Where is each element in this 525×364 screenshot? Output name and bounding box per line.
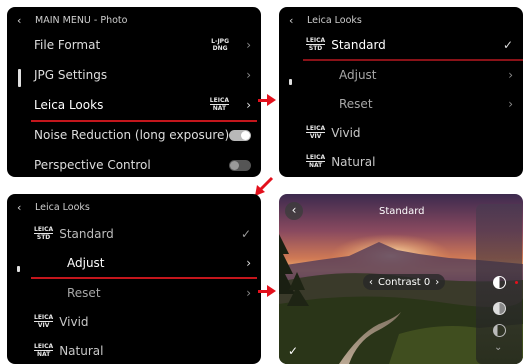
chevron-right-icon: › bbox=[246, 98, 251, 112]
look-reset[interactable]: Reset › bbox=[7, 278, 261, 308]
live-view-panel: ‹ Standard ⌄ ‹ Contrast 0 › ✓ bbox=[279, 194, 523, 364]
menu-item-label: JPG Settings bbox=[34, 68, 108, 82]
check-icon[interactable]: ✓ bbox=[288, 344, 298, 358]
look-reset[interactable]: Reset › bbox=[279, 89, 523, 119]
leica-std-icon: LEICA STD bbox=[306, 37, 326, 53]
back-icon[interactable]: ‹ bbox=[289, 14, 299, 27]
chevron-right-icon: › bbox=[508, 97, 513, 111]
menu-item-file-format[interactable]: File Format L-JPG DNG › bbox=[7, 30, 261, 60]
menu-item-noise-reduction[interactable]: Noise Reduction (long exposure) bbox=[7, 120, 261, 150]
back-icon: ‹ bbox=[291, 203, 297, 217]
leica-looks-panel: ‹ Leica Looks LEICA STD Standard ✓ Adjust … bbox=[279, 7, 523, 177]
back-button[interactable]: ‹ bbox=[285, 202, 303, 220]
look-label: Adjust bbox=[339, 68, 377, 82]
menu-item-leica-looks[interactable]: Leica Looks LEICA NAT › bbox=[7, 90, 261, 120]
look-standard[interactable]: LEICA STD Standard ✓ bbox=[7, 219, 261, 249]
chevron-right-icon: › bbox=[246, 38, 251, 52]
leica-viv-icon: LEICA VIV bbox=[306, 125, 326, 141]
menu-item-perspective-control[interactable]: Perspective Control bbox=[7, 150, 261, 177]
look-vivid[interactable]: LEICA VIV Vivid bbox=[7, 307, 261, 337]
look-label: Standard bbox=[59, 226, 114, 241]
chevron-down-icon[interactable]: ⌄ bbox=[494, 342, 502, 353]
look-natural[interactable]: LEICA NAT Natural bbox=[279, 147, 523, 177]
menu-item-label: Perspective Control bbox=[34, 158, 151, 172]
chevron-right-icon: › bbox=[246, 68, 251, 82]
leica-nat-icon: LEICA NAT bbox=[34, 343, 54, 359]
leica-viv-icon: LEICA VIV bbox=[34, 314, 54, 330]
increase-icon[interactable]: › bbox=[435, 277, 439, 288]
back-icon[interactable]: ‹ bbox=[17, 14, 27, 27]
look-label: Natural bbox=[59, 343, 104, 358]
look-title: Standard bbox=[379, 206, 425, 217]
look-adjust[interactable]: Adjust › bbox=[279, 60, 523, 90]
contrast-value-label: Contrast 0 bbox=[378, 276, 431, 288]
header-title: Leica Looks bbox=[35, 201, 90, 213]
main-menu-panel: ‹ MAIN MENU - Photo File Format L-JPG DN… bbox=[7, 7, 261, 177]
back-icon[interactable]: ‹ bbox=[17, 201, 27, 214]
look-vivid[interactable]: LEICA VIV Vivid bbox=[279, 118, 523, 148]
contrast-icon[interactable] bbox=[493, 276, 506, 289]
toggle-on[interactable] bbox=[229, 129, 251, 141]
look-label: Reset bbox=[339, 97, 373, 111]
leica-nat-icon: LEICA NAT bbox=[306, 154, 326, 170]
look-label: Standard bbox=[331, 37, 386, 52]
chevron-right-icon: › bbox=[246, 256, 251, 270]
chevron-right-icon: › bbox=[246, 286, 251, 300]
menu-item-label: Leica Looks bbox=[34, 98, 104, 112]
menu-header: ‹ Leica Looks bbox=[7, 194, 261, 220]
menu-item-label: File Format bbox=[34, 38, 101, 52]
leica-looks-value: LEICA NAT bbox=[209, 97, 229, 112]
look-label: Adjust bbox=[67, 256, 105, 270]
look-adjust[interactable]: Adjust › bbox=[7, 248, 261, 278]
saturation-icon[interactable] bbox=[493, 302, 506, 315]
leica-std-icon: LEICA STD bbox=[34, 226, 54, 242]
header-title: MAIN MENU - Photo bbox=[35, 14, 128, 26]
toggle-off[interactable] bbox=[229, 159, 251, 171]
decrease-icon[interactable]: ‹ bbox=[369, 277, 373, 288]
menu-item-jpg-settings[interactable]: JPG Settings › bbox=[7, 60, 261, 90]
look-label: Natural bbox=[331, 154, 376, 169]
look-label: Reset bbox=[67, 286, 101, 300]
look-label: Vivid bbox=[331, 125, 361, 140]
sharpness-icon[interactable] bbox=[493, 324, 506, 337]
selected-indicator bbox=[515, 281, 518, 284]
chevron-right-icon: › bbox=[508, 68, 513, 82]
look-label: Vivid bbox=[59, 314, 89, 329]
menu-item-label: Noise Reduction (long exposure) bbox=[34, 128, 230, 142]
leica-looks-adjust-panel: ‹ Leica Looks LEICA STD Standard ✓ Adjust … bbox=[7, 194, 261, 364]
contrast-control[interactable]: ‹ Contrast 0 › bbox=[363, 274, 446, 290]
arrow-right-2-head bbox=[267, 285, 276, 297]
file-format-value: L-JPG DNG bbox=[211, 37, 229, 52]
look-standard[interactable]: LEICA STD Standard ✓ bbox=[279, 30, 523, 60]
check-icon: ✓ bbox=[502, 38, 513, 52]
look-natural[interactable]: LEICA NAT Natural bbox=[7, 336, 261, 364]
check-icon: ✓ bbox=[240, 227, 251, 241]
arrow-right-1-head bbox=[267, 94, 276, 106]
header-title: Leica Looks bbox=[307, 14, 362, 26]
